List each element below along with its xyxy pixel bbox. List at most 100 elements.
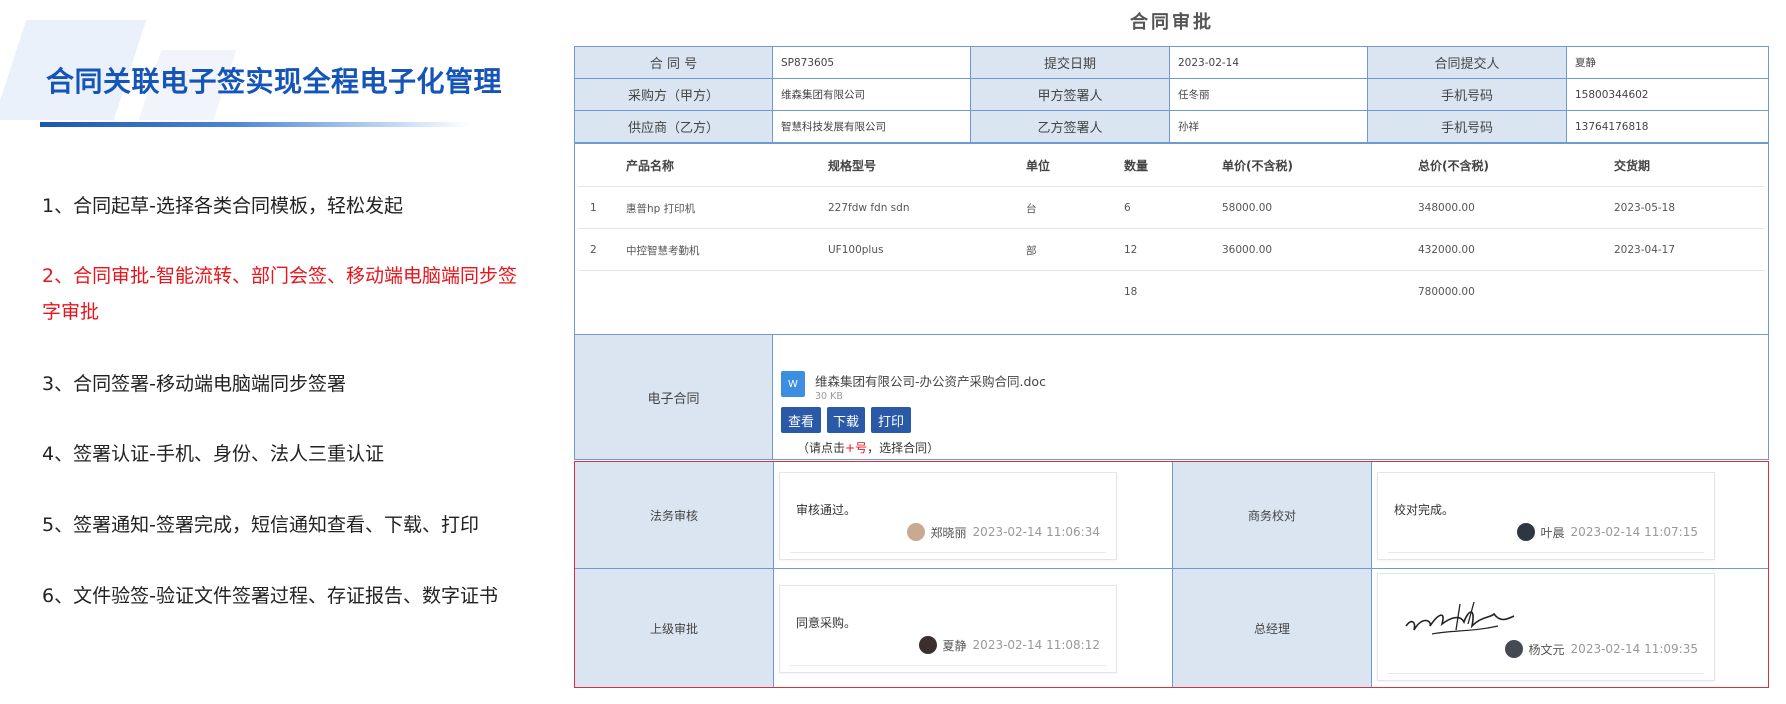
approval-time: 2023-02-14 11:07:15 — [1570, 525, 1698, 539]
approval-time: 2023-02-14 11:06:34 — [972, 525, 1100, 539]
table-cell: 台 — [1026, 202, 1037, 215]
approver: 郑晓丽 2023-02-14 11:06:34 — [906, 523, 1100, 541]
buyer-label: 采购方（甲方） — [575, 79, 773, 110]
plus-icon: + — [845, 441, 856, 455]
approval-row: 法务审核 审核通过。 郑晓丽 2023-02-14 11:06:34 商务校对 … — [575, 462, 1768, 568]
print-button[interactable]: 打印 — [871, 407, 911, 433]
approver: 叶晨 2023-02-14 11:07:15 — [1516, 523, 1698, 541]
econtract-row: 电子合同 W 维森集团有限公司-办公资产采购合同.doc 30 KB 查看 下载… — [575, 334, 1768, 459]
approval-card: 杨文元 2023-02-14 11:09:35 — [1377, 573, 1715, 681]
file-name[interactable]: 维森集团有限公司-办公资产采购合同.doc — [815, 371, 1046, 390]
phone-label: 手机号码 — [1368, 111, 1567, 142]
approval-cell: 同意采购。 夏静 2023-02-14 11:08:12 — [774, 569, 1173, 687]
header-row: 供应商（乙方） 智慧科技发展有限公司 乙方签署人 孙祥 手机号码 1376417… — [575, 111, 1768, 143]
contract-no-value: SP873605 — [773, 47, 971, 78]
hint-text: （请点击 — [797, 441, 846, 455]
totals-row: 18 780000.00 — [578, 270, 1765, 313]
table-cell: 432000.00 — [1418, 244, 1475, 256]
items-table: 产品名称 规格型号 单位 数量 单价(不含税) 总价(不含税) 交货期 1 惠普… — [575, 143, 1768, 334]
contract-form: 合 同 号 SP873605 提交日期 2023-02-14 合同提交人 夏静 … — [574, 46, 1769, 460]
econtract-body: W 维森集团有限公司-办公资产采购合同.doc 30 KB 查看 下载 打印 （… — [773, 335, 1768, 459]
table-cell: 部 — [1026, 244, 1037, 257]
col-header: 总价(不含税) — [1418, 158, 1489, 173]
submit-date-value: 2023-02-14 — [1170, 47, 1368, 78]
avatar — [906, 523, 925, 541]
table-cell: 惠普hp 打印机 — [626, 202, 696, 215]
handwritten-signature — [1405, 601, 1515, 635]
approval-label: 总经理 — [1173, 569, 1372, 687]
approval-label: 法务审核 — [575, 462, 774, 568]
total-amount: 780000.00 — [1418, 286, 1475, 298]
approver-name: 杨文元 — [1528, 642, 1565, 657]
buyer-value: 维森集团有限公司 — [773, 79, 971, 110]
approval-cell: 杨文元 2023-02-14 11:09:35 — [1372, 569, 1768, 687]
supplier-signer-label: 乙方签署人 — [971, 111, 1170, 142]
approval-card: 同意采购。 夏静 2023-02-14 11:08:12 — [779, 585, 1117, 673]
feature-item: 5、签署通知-签署完成，短信通知查看、下载、打印 — [42, 514, 479, 536]
approval-row: 上级审批 同意采购。 夏静 2023-02-14 11:08:12 总经理 杨文… — [575, 568, 1768, 687]
view-button[interactable]: 查看 — [781, 407, 821, 433]
feature-item: 3、合同签署-移动端电脑端同步签署 — [42, 373, 346, 395]
contract-no-label: 合 同 号 — [575, 47, 773, 78]
supplier-value: 智慧科技发展有限公司 — [773, 111, 971, 142]
table-cell: 2 — [590, 244, 597, 256]
feature-item-active: 2、合同审批-智能流转、部门会签、移动端电脑端同步签字审批 — [42, 265, 517, 323]
avatar — [918, 636, 937, 654]
approval-label: 商务校对 — [1173, 462, 1372, 568]
col-header: 单位 — [1026, 158, 1051, 173]
feature-item: 1、合同起草-选择各类合同模板，轻松发起 — [42, 195, 403, 217]
card-divider — [1388, 673, 1704, 674]
col-header: 数量 — [1124, 158, 1149, 173]
page-title: 合同关联电子签实现全程电子化管理 — [46, 65, 503, 98]
approval-section: 法务审核 审核通过。 郑晓丽 2023-02-14 11:06:34 商务校对 … — [574, 461, 1769, 688]
feature-item: 6、文件验签-验证文件签署过程、存证报告、数字证书 — [42, 585, 498, 607]
table-cell: 36000.00 — [1222, 244, 1273, 256]
approver-name: 夏静 — [942, 638, 967, 653]
approval-comment: 同意采购。 — [796, 616, 857, 630]
table-cell: 1 — [590, 202, 597, 214]
download-button[interactable]: 下载 — [827, 407, 865, 433]
table-cell: 348000.00 — [1418, 202, 1475, 214]
panel-title: 合同审批 — [1130, 12, 1214, 33]
hint-text: 号 — [855, 441, 868, 455]
approval-time: 2023-02-14 11:09:35 — [1570, 642, 1698, 656]
title-underline — [40, 122, 470, 127]
file-size: 30 KB — [815, 391, 843, 402]
approval-label: 上级审批 — [575, 569, 774, 687]
approval-cell: 校对完成。 叶晨 2023-02-14 11:07:15 — [1372, 462, 1768, 568]
supplier-signer-value: 孙祥 — [1170, 111, 1368, 142]
avatar — [1504, 640, 1523, 658]
submitter-value: 夏静 — [1575, 57, 1596, 69]
table-cell: 中控智慧考勤机 — [626, 244, 700, 257]
total-qty: 18 — [1124, 286, 1138, 298]
word-file-icon[interactable]: W — [781, 371, 805, 397]
phone-value: 13764176818 — [1575, 120, 1649, 133]
approval-card: 审核通过。 郑晓丽 2023-02-14 11:06:34 — [779, 472, 1117, 560]
card-divider — [790, 665, 1106, 666]
approval-cell: 审核通过。 郑晓丽 2023-02-14 11:06:34 — [774, 462, 1173, 568]
items-header: 产品名称 规格型号 单位 数量 单价(不含税) 总价(不含税) 交货期 — [578, 144, 1765, 186]
supplier-label: 供应商（乙方） — [575, 111, 773, 142]
econtract-label: 电子合同 — [575, 335, 773, 459]
col-header: 交货期 — [1614, 158, 1651, 173]
card-divider — [790, 552, 1106, 553]
col-header: 单价(不含税) — [1222, 158, 1293, 173]
approver-name: 叶晨 — [1540, 525, 1565, 540]
header-row: 采购方（甲方） 维森集团有限公司 甲方签署人 任冬丽 手机号码 15800344… — [575, 79, 1768, 111]
table-cell: UF100plus — [828, 244, 884, 256]
select-contract-hint: （请点击+号，选择合同） — [797, 439, 939, 456]
buyer-signer-value: 任冬丽 — [1170, 79, 1368, 110]
col-header: 规格型号 — [828, 158, 877, 173]
approval-comment: 审核通过。 — [796, 503, 857, 517]
header-row: 合 同 号 SP873605 提交日期 2023-02-14 合同提交人 夏静 — [575, 47, 1768, 79]
phone-value: 15800344602 — [1575, 88, 1649, 101]
approver: 夏静 2023-02-14 11:08:12 — [918, 636, 1100, 654]
table-row: 2 中控智慧考勤机 UF100plus 部 12 36000.00 432000… — [578, 228, 1765, 271]
approval-time: 2023-02-14 11:08:12 — [972, 638, 1100, 652]
approver: 杨文元 2023-02-14 11:09:35 — [1504, 640, 1698, 658]
feature-item: 4、签署认证-手机、身份、法人三重认证 — [42, 443, 384, 465]
col-header: 产品名称 — [626, 158, 675, 173]
buyer-signer-label: 甲方签署人 — [971, 79, 1170, 110]
table-cell: 227fdw fdn sdn — [828, 202, 910, 214]
approver-name: 郑晓丽 — [930, 525, 967, 540]
